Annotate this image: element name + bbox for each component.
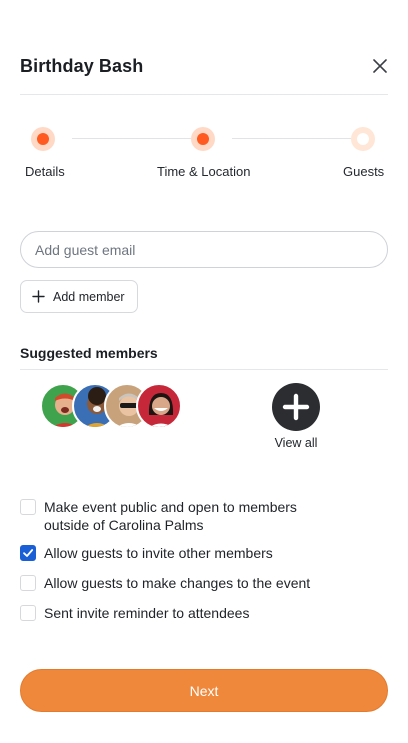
option-guests-edit[interactable]: Allow guests to make changes to the even… bbox=[20, 574, 390, 592]
guest-email-input[interactable] bbox=[20, 231, 388, 268]
step-details-label[interactable]: Details bbox=[25, 164, 65, 179]
add-member-button[interactable]: Add member bbox=[20, 280, 138, 313]
option-label-line: outside of Carolina Palms bbox=[44, 517, 204, 533]
option-label: Sent invite reminder to attendees bbox=[44, 605, 250, 621]
step-connector bbox=[232, 138, 351, 139]
option-guests-invite[interactable]: Allow guests to invite other members bbox=[20, 544, 390, 562]
check-icon bbox=[23, 549, 34, 557]
step-guests-label[interactable]: Guests bbox=[343, 164, 384, 179]
guests-edit-checkbox[interactable] bbox=[20, 575, 36, 591]
step-time-location-label[interactable]: Time & Location bbox=[157, 164, 250, 179]
invite-reminder-checkbox[interactable] bbox=[20, 605, 36, 621]
stepper: Details Time & Location Guests bbox=[20, 125, 388, 185]
close-icon[interactable] bbox=[372, 58, 388, 74]
option-public-event[interactable]: Make event public and open to members ou… bbox=[20, 498, 390, 534]
step-guests-indicator[interactable] bbox=[351, 127, 375, 151]
add-member-label: Add member bbox=[53, 289, 125, 304]
plus-icon bbox=[32, 290, 45, 303]
option-label: Allow guests to make changes to the even… bbox=[44, 575, 311, 591]
modal-header: Birthday Bash bbox=[20, 48, 388, 95]
guests-invite-checkbox[interactable] bbox=[20, 545, 36, 561]
step-time-location-indicator[interactable] bbox=[191, 127, 215, 151]
option-invite-reminder[interactable]: Sent invite reminder to attendees bbox=[20, 604, 390, 622]
option-label: Make event public and open to members ou… bbox=[44, 498, 297, 534]
suggested-avatars bbox=[40, 383, 190, 431]
option-label: Allow guests to invite other members bbox=[44, 545, 273, 561]
public-event-checkbox[interactable] bbox=[20, 499, 36, 515]
page-title: Birthday Bash bbox=[20, 56, 144, 76]
option-label-line: Make event public and open to members bbox=[44, 499, 297, 515]
next-button[interactable]: Next bbox=[20, 669, 388, 712]
view-all-label[interactable]: View all bbox=[262, 436, 330, 450]
plus-icon bbox=[282, 393, 310, 421]
step-details-indicator[interactable] bbox=[31, 127, 55, 151]
suggested-members-heading: Suggested members bbox=[20, 345, 158, 361]
avatar[interactable] bbox=[136, 383, 182, 429]
divider bbox=[20, 369, 388, 370]
view-all-button[interactable] bbox=[272, 383, 320, 431]
step-connector bbox=[72, 138, 191, 139]
